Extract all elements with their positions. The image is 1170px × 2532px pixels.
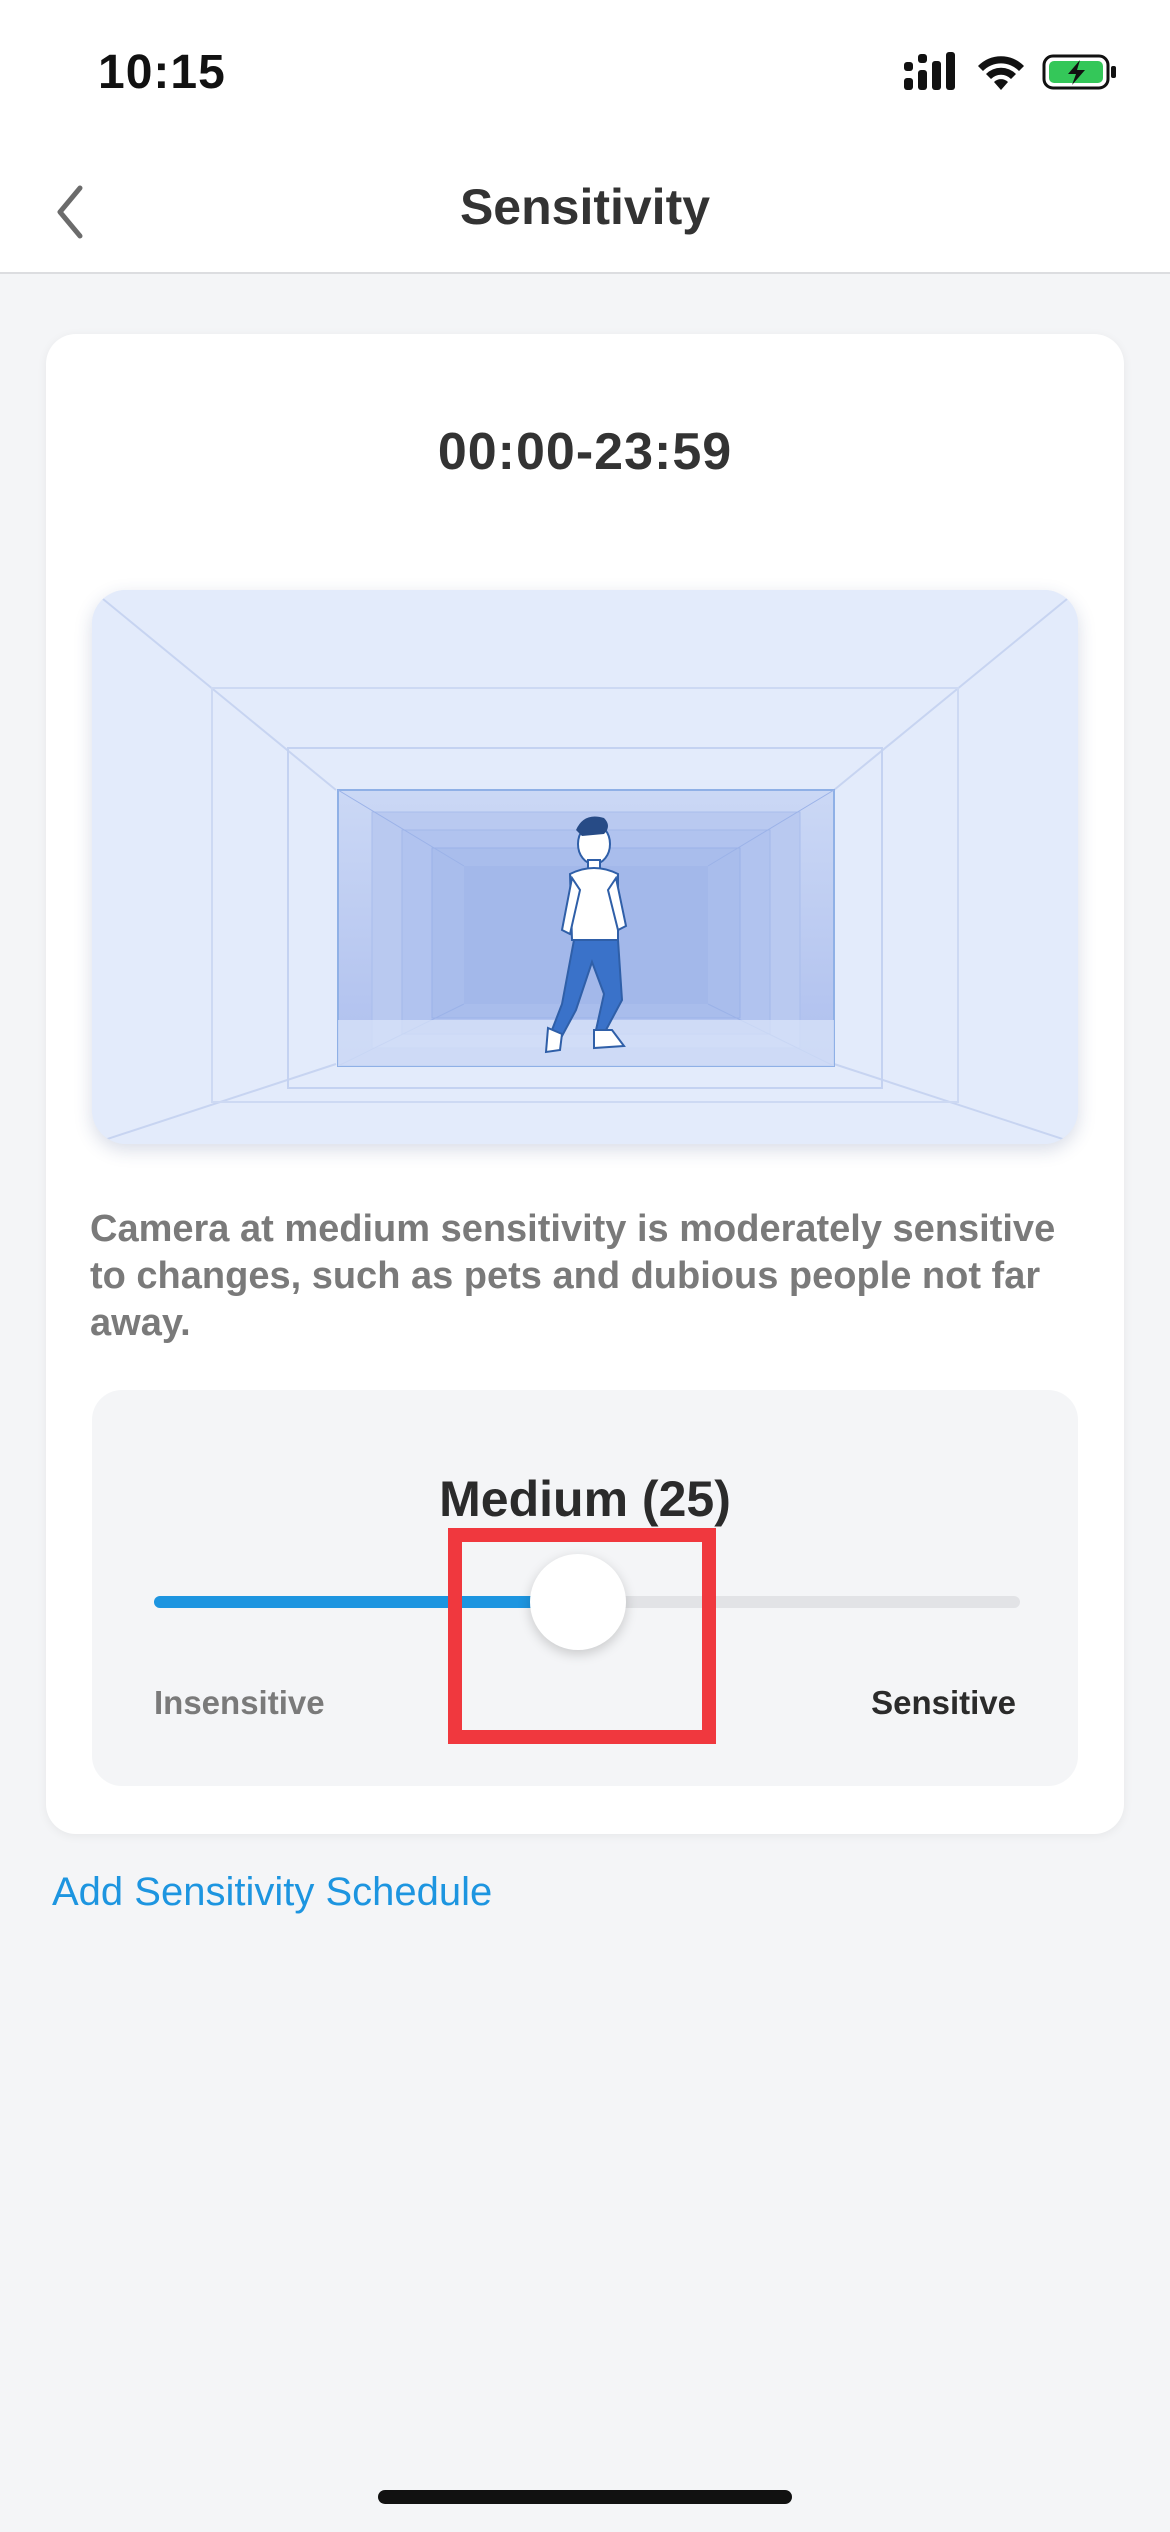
sensitivity-slider-thumb[interactable]	[530, 1554, 627, 1650]
sensitivity-description: Camera at medium sensitivity is moderate…	[90, 1208, 1056, 1344]
sensitivity-slider-track[interactable]	[154, 1554, 1020, 1650]
status-time: 10:15	[98, 46, 226, 99]
navigation-bar: Sensitivity	[0, 150, 1170, 274]
slider-track-fill	[154, 1596, 579, 1608]
sensitivity-card: 00:00-23:59 Camera at medium sensitivity…	[46, 334, 1124, 1834]
wifi-icon	[978, 56, 1024, 90]
sensitivity-slider-panel: Medium (25) Insensitive Sensitive	[92, 1390, 1078, 1786]
schedule-time[interactable]: 00:00-23:59	[46, 422, 1124, 482]
home-indicator	[378, 2490, 792, 2504]
cellular-signal-icon	[904, 52, 955, 90]
slider-max-label: Sensitive	[871, 1684, 1016, 1721]
status-bar: 10:15	[0, 0, 1170, 150]
status-icons	[904, 52, 1118, 92]
page-title: Sensitivity	[459, 179, 711, 235]
add-sensitivity-schedule-link[interactable]: Add Sensitivity Schedule	[52, 1870, 492, 1915]
corridor-person-illustration	[92, 590, 1078, 1144]
slider-min-label: Insensitive	[154, 1684, 325, 1721]
battery-charging-icon	[1042, 54, 1116, 90]
sensitivity-level-label: Medium (25)	[439, 1471, 731, 1527]
